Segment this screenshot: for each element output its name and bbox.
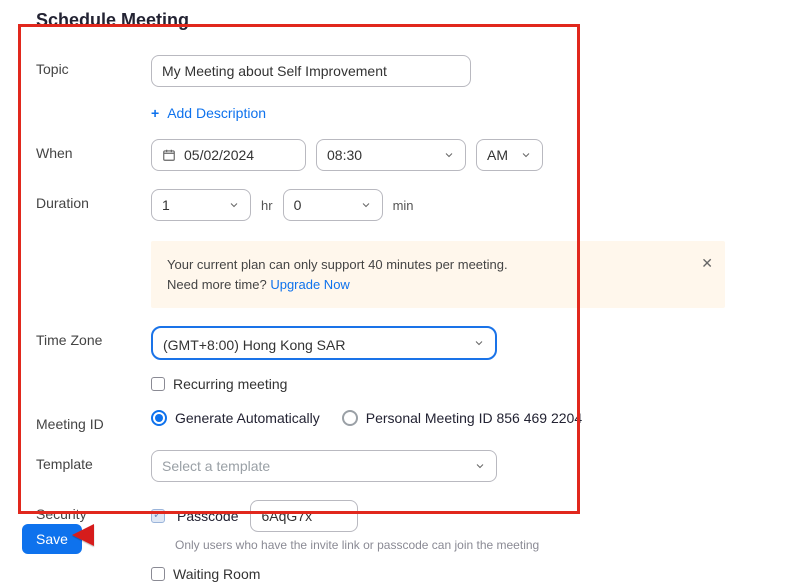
radio-personal-label: Personal Meeting ID 856 469 2204 <box>366 410 582 426</box>
schedule-form: Topic My Meeting about Self Improvement … <box>0 55 800 582</box>
radio-generate-auto[interactable]: Generate Automatically <box>151 410 320 426</box>
meeting-id-label: Meeting ID <box>36 410 151 432</box>
passcode-checkbox[interactable] <box>151 509 165 523</box>
chevron-down-icon <box>360 199 372 211</box>
duration-hour-select[interactable]: 1 <box>151 189 251 221</box>
timezone-value: (GMT+8:00) Hong Kong SAR <box>163 334 346 353</box>
row-topic: Topic My Meeting about Self Improvement … <box>36 55 764 121</box>
radio-personal-id[interactable]: Personal Meeting ID 856 469 2204 <box>342 410 582 426</box>
chevron-down-icon <box>443 149 455 161</box>
waiting-room-checkbox[interactable] <box>151 567 165 581</box>
row-timezone: Time Zone (GMT+8:00) Hong Kong SAR Recur… <box>36 326 764 392</box>
row-template: Template Select a template <box>36 450 764 482</box>
timezone-label: Time Zone <box>36 326 151 348</box>
chevron-down-icon <box>473 337 485 349</box>
callout-arrow <box>70 520 140 550</box>
banner-close-icon[interactable]: ✕ <box>701 253 713 274</box>
recurring-label: Recurring meeting <box>173 376 287 392</box>
add-description-text: Add Description <box>167 105 266 121</box>
min-unit: min <box>393 198 414 213</box>
recurring-checkbox[interactable] <box>151 377 165 391</box>
plan-limit-banner: Your current plan can only support 40 mi… <box>151 241 725 308</box>
row-security: Security Passcode 6AqG7x Only users who … <box>36 500 764 582</box>
passcode-label: Passcode <box>177 508 238 524</box>
duration-label: Duration <box>36 189 151 211</box>
waiting-room-label: Waiting Room <box>173 566 260 582</box>
duration-hour-value: 1 <box>162 197 170 213</box>
chevron-down-icon <box>474 460 486 472</box>
chevron-down-icon <box>520 149 532 161</box>
topic-label: Topic <box>36 55 151 77</box>
recurring-checkbox-row[interactable]: Recurring meeting <box>151 376 764 392</box>
chevron-down-icon <box>228 199 240 211</box>
page-title: Schedule Meeting <box>0 0 800 37</box>
row-duration: Duration 1 hr 0 min <box>36 189 764 221</box>
template-label: Template <box>36 450 151 472</box>
passcode-input[interactable]: 6AqG7x <box>250 500 358 532</box>
template-select[interactable]: Select a template <box>151 450 497 482</box>
upgrade-link[interactable]: Upgrade Now <box>270 277 350 292</box>
add-description-link[interactable]: + Add Description <box>151 105 266 121</box>
plus-icon: + <box>151 105 159 121</box>
date-input[interactable]: 05/02/2024 <box>151 139 306 171</box>
date-value: 05/02/2024 <box>184 147 254 163</box>
row-meeting-id: Meeting ID Generate Automatically Person… <box>36 410 764 432</box>
radio-dot-off <box>342 410 358 426</box>
radio-auto-label: Generate Automatically <box>175 410 320 426</box>
when-label: When <box>36 139 151 161</box>
calendar-icon <box>162 148 176 162</box>
timezone-select[interactable]: (GMT+8:00) Hong Kong SAR <box>151 326 497 360</box>
time-select[interactable]: 08:30 <box>316 139 466 171</box>
passcode-helper: Only users who have the invite link or p… <box>175 538 764 552</box>
ampm-value: AM <box>487 147 508 163</box>
time-value: 08:30 <box>327 147 362 163</box>
row-when: When 05/02/2024 08:30 AM <box>36 139 764 171</box>
banner-line2-prefix: Need more time? <box>167 277 270 292</box>
ampm-select[interactable]: AM <box>476 139 543 171</box>
template-placeholder: Select a template <box>162 458 270 474</box>
banner-line1: Your current plan can only support 40 mi… <box>167 255 709 275</box>
topic-input[interactable]: My Meeting about Self Improvement <box>151 55 471 87</box>
duration-min-select[interactable]: 0 <box>283 189 383 221</box>
duration-min-value: 0 <box>294 197 302 213</box>
radio-dot-on <box>151 410 167 426</box>
security-label: Security <box>36 500 151 522</box>
waiting-room-row[interactable]: Waiting Room <box>151 566 764 582</box>
hour-unit: hr <box>261 198 273 213</box>
